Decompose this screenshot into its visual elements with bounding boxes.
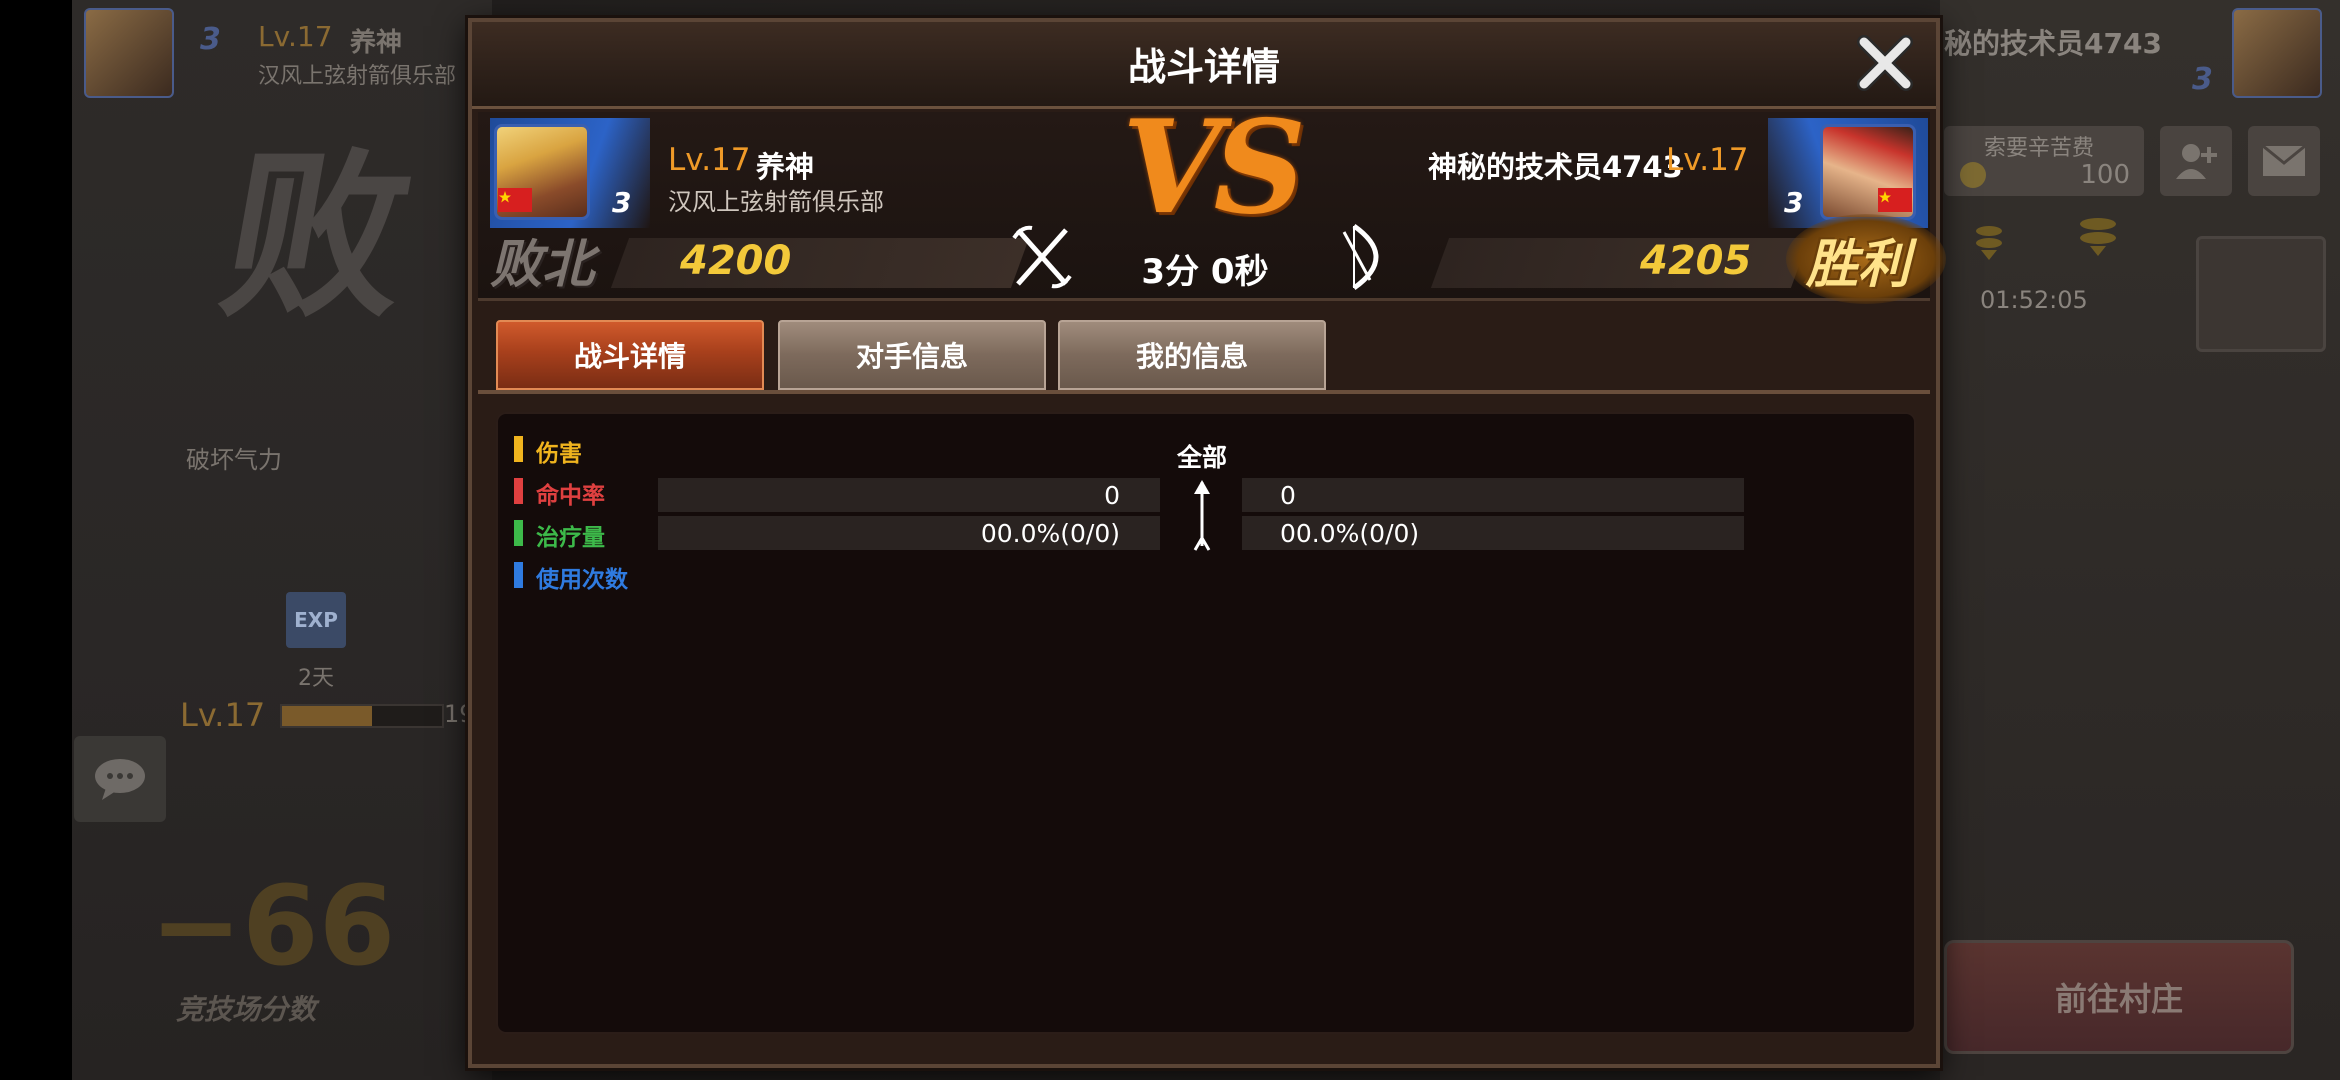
right-player-result: 胜利 bbox=[1806, 234, 1911, 295]
bg-right-avatar bbox=[2232, 8, 2322, 98]
close-button[interactable] bbox=[1852, 30, 1918, 96]
vs-label: VS bbox=[1122, 93, 1306, 243]
tab-opponent-info[interactable]: 对手信息 bbox=[778, 320, 1046, 390]
bg-level-label: Lv.17 bbox=[180, 696, 266, 734]
coin-pile-icon bbox=[2080, 218, 2120, 262]
left-player-result: 败北 bbox=[490, 234, 595, 295]
right-player-level: Lv.17 bbox=[1666, 142, 1749, 178]
add-friend-button[interactable] bbox=[2160, 126, 2232, 196]
chat-icon bbox=[95, 759, 145, 800]
left-score-bar bbox=[610, 238, 1030, 288]
legend-damage[interactable]: 伤害 bbox=[536, 434, 582, 468]
right-player-score: 4205 bbox=[1640, 238, 1752, 284]
tab-battle-detail[interactable]: 战斗详情 bbox=[496, 320, 764, 390]
left-player-level: Lv.17 bbox=[668, 142, 751, 178]
bow-icon bbox=[1340, 222, 1396, 296]
left-player-score: 4200 bbox=[680, 238, 792, 284]
close-icon bbox=[1857, 35, 1913, 91]
legend-hit-rate-swatch bbox=[514, 478, 523, 504]
right-stat-row-1: 0 bbox=[1242, 478, 1744, 512]
coin-stack-icon bbox=[1976, 226, 2004, 260]
bg-left-club: 汉风上弦射箭俱乐部 bbox=[258, 64, 457, 89]
bg-level-bar bbox=[280, 704, 444, 728]
left-stat-row-1: 0 bbox=[658, 478, 1160, 512]
bg-left-rank-badge: 3 bbox=[200, 22, 221, 57]
bg-right-rank-badge: 3 bbox=[2192, 62, 2213, 97]
left-stat-row-2: 00.0%(0/0) bbox=[658, 516, 1160, 550]
legend-healing[interactable]: 治疗量 bbox=[536, 518, 605, 552]
chat-button[interactable] bbox=[74, 736, 166, 822]
crossed-arrows-icon bbox=[1010, 224, 1074, 294]
legend-healing-swatch bbox=[514, 520, 523, 546]
battle-duration: 3分 0秒 bbox=[1141, 252, 1269, 292]
column-header-all: 全部 bbox=[1176, 443, 1227, 472]
bg-score-change: −66 bbox=[150, 862, 396, 990]
bg-left-level: Lv.17 bbox=[258, 20, 333, 53]
mail-icon bbox=[2262, 145, 2306, 176]
bg-level-bar-fill bbox=[282, 706, 372, 726]
bg-timer: 01:52:05 bbox=[1980, 286, 2088, 314]
right-player-flag bbox=[1878, 188, 1912, 212]
chest-icon bbox=[2196, 236, 2326, 352]
bg-break-qi-label: 破坏气力 bbox=[186, 446, 282, 474]
mail-button[interactable] bbox=[2248, 126, 2320, 196]
fee-value: 100 bbox=[2080, 160, 2130, 190]
tab-divider bbox=[478, 390, 1930, 394]
left-player-name: 养神 bbox=[756, 150, 815, 184]
bg-exp-days: 2天 bbox=[298, 666, 334, 691]
right-player-rank-badge: 3 bbox=[1784, 186, 1804, 219]
legend-damage-swatch bbox=[514, 436, 523, 462]
fee-label: 索要辛苦费 bbox=[1984, 136, 2095, 161]
right-player-name: 神秘的技术员4743 bbox=[1428, 150, 1683, 184]
legend-use-count-swatch bbox=[514, 562, 523, 588]
goto-village-button[interactable]: 前往村庄 bbox=[1944, 940, 2294, 1054]
right-score-bar bbox=[1430, 238, 1810, 288]
exp-icon: EXP bbox=[286, 592, 346, 648]
legend-hit-rate[interactable]: 命中率 bbox=[536, 476, 605, 510]
modal-title: 战斗详情 bbox=[1127, 45, 1280, 89]
tab-my-info[interactable]: 我的信息 bbox=[1058, 320, 1326, 390]
bg-right-name: 秘的技术员4743 bbox=[1944, 27, 2162, 60]
bg-arena-score-label: 竞技场分数 bbox=[176, 993, 317, 1026]
coin-icon bbox=[1960, 162, 1986, 188]
bg-left-avatar bbox=[84, 8, 174, 98]
left-player-flag bbox=[498, 188, 532, 212]
left-player-rank-badge: 3 bbox=[612, 186, 632, 219]
legend-use-count[interactable]: 使用次数 bbox=[536, 560, 628, 594]
left-player-club: 汉风上弦射箭俱乐部 bbox=[668, 188, 884, 216]
add-friend-icon bbox=[2176, 144, 2217, 179]
fee-button[interactable]: 索要辛苦费 100 bbox=[1944, 126, 2144, 196]
double-arrow-icon bbox=[1190, 478, 1214, 556]
bg-left-name: 养神 bbox=[350, 28, 403, 58]
right-stat-row-2: 00.0%(0/0) bbox=[1242, 516, 1744, 550]
